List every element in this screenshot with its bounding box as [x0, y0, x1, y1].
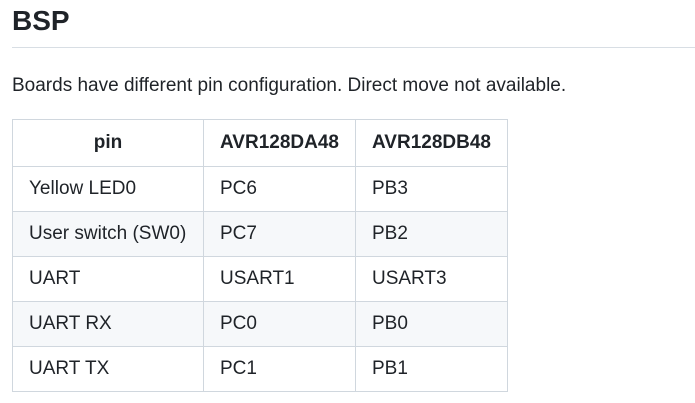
table-row: UART TX PC1 PB1 — [12, 346, 508, 392]
cell-avr128da48: PC6 — [203, 166, 356, 212]
description-paragraph: Boards have different pin configuration.… — [12, 75, 567, 96]
table-row: UART RX PC0 PB0 — [12, 301, 508, 347]
table-row: User switch (SW0) PC7 PB2 — [12, 211, 508, 257]
cell-avr128db48: PB1 — [354, 346, 508, 392]
cell-pin: User switch (SW0) — [12, 211, 204, 257]
cell-pin: Yellow LED0 — [12, 166, 204, 212]
table-row: UART USART1 USART3 — [12, 256, 508, 302]
table-header-row: pin AVR128DA48 AVR128DB48 — [12, 119, 508, 167]
cell-pin: UART — [12, 256, 204, 302]
cell-pin: UART RX — [12, 301, 204, 347]
cell-avr128da48: PC7 — [203, 211, 356, 257]
cell-avr128da48: PC1 — [203, 346, 356, 392]
cell-avr128db48: PB0 — [354, 301, 508, 347]
cell-avr128da48: USART1 — [203, 256, 356, 302]
cell-pin: UART TX — [12, 346, 204, 392]
column-header-avr128da48: AVR128DA48 — [203, 119, 356, 167]
cell-avr128db48: PB3 — [354, 166, 508, 212]
table-row: Yellow LED0 PC6 PB3 — [12, 166, 508, 212]
cell-avr128da48: PC0 — [203, 301, 356, 347]
section-heading-container: BSP — [12, 0, 695, 48]
column-header-avr128db48: AVR128DB48 — [354, 119, 508, 167]
cell-avr128db48: PB2 — [354, 211, 508, 257]
column-header-pin: pin — [12, 119, 204, 167]
pin-config-table: pin AVR128DA48 AVR128DB48 Yellow LED0 PC… — [12, 119, 508, 392]
cell-avr128db48: USART3 — [354, 256, 508, 302]
section-heading: BSP — [12, 5, 70, 36]
